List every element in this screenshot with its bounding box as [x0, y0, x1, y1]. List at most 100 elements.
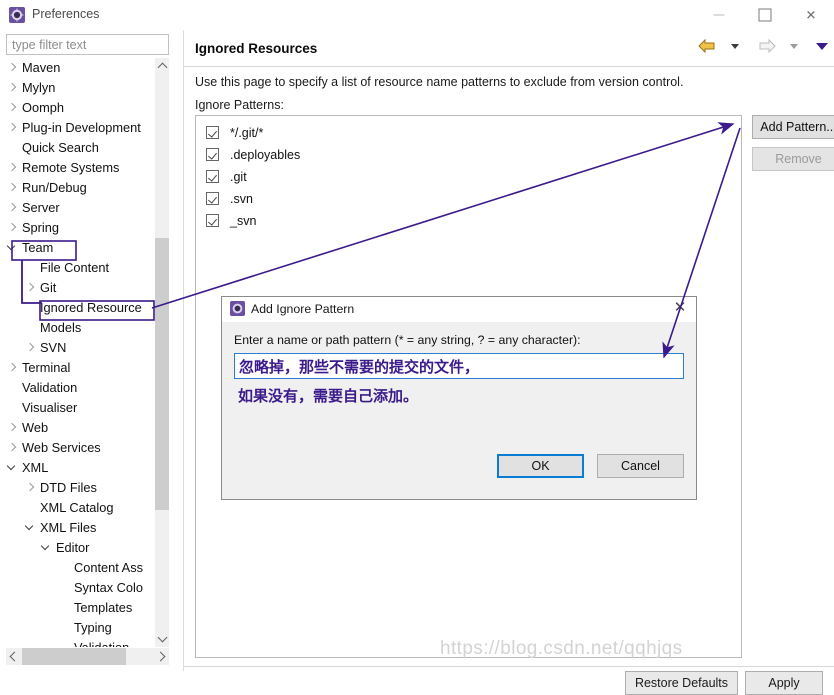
dialog-cancel-button[interactable]: Cancel — [597, 454, 684, 478]
sidebar-item-label: Plug-in Development — [22, 120, 141, 135]
chevron-right-icon[interactable] — [24, 338, 36, 358]
sidebar-item-content-ass[interactable]: Content Ass — [6, 558, 156, 578]
vertical-scroll-thumb[interactable] — [155, 238, 169, 510]
page-menu-chevron-down-icon[interactable] — [816, 42, 828, 50]
pattern-checkbox[interactable] — [206, 170, 219, 183]
back-dropdown-chevron-down-icon[interactable] — [730, 43, 739, 49]
add-pattern-button[interactable]: Add Pattern... — [752, 115, 834, 139]
close-button[interactable]: ✕ — [788, 0, 834, 30]
remove-button: Remove — [752, 147, 834, 171]
sidebar-item-remote-systems[interactable]: Remote Systems — [6, 158, 156, 178]
chevron-right-icon[interactable] — [6, 58, 18, 78]
sidebar-item-mylyn[interactable]: Mylyn — [6, 78, 156, 98]
scroll-right-button[interactable] — [153, 648, 169, 665]
back-arrow-icon[interactable] — [697, 38, 717, 54]
sidebar-item-typing[interactable]: Typing — [6, 618, 156, 638]
sidebar-item-label: File Content — [40, 260, 109, 275]
title-divider — [184, 66, 834, 67]
maximize-button[interactable] — [742, 0, 788, 30]
pattern-input[interactable]: 忽略掉，那些不需要的提交的文件， — [234, 353, 684, 379]
sidebar-item-dtd-files[interactable]: DTD Files — [6, 478, 156, 498]
sidebar-item-label: XML Files — [40, 520, 97, 535]
sidebar-item-server[interactable]: Server — [6, 198, 156, 218]
sidebar-item-xml-files[interactable]: XML Files — [6, 518, 156, 538]
preference-tree[interactable]: Maven Mylyn Oomph Plug-in Development Quick … — [6, 58, 169, 647]
sidebar-item-syntax-colo[interactable]: Syntax Colo — [6, 578, 156, 598]
chevron-right-icon[interactable] — [6, 98, 18, 118]
window-title: Preferences — [32, 7, 100, 21]
add-ignore-pattern-dialog: Add Ignore Pattern ✕ Enter a name or pat… — [221, 296, 697, 500]
minimize-button[interactable] — [696, 0, 742, 30]
sidebar-item-label: Validation — [22, 380, 78, 395]
chevron-right-icon[interactable] — [6, 218, 18, 238]
sidebar-item-models[interactable]: Models — [6, 318, 156, 338]
sidebar-item-oomph[interactable]: Oomph — [6, 98, 156, 118]
minimize-icon — [713, 14, 725, 16]
sidebar-item-terminal[interactable]: Terminal — [6, 358, 156, 378]
sidebar-item-label: Content Ass — [74, 560, 144, 575]
sidebar-item-git[interactable]: Git — [6, 278, 156, 298]
chevron-right-icon[interactable] — [6, 178, 18, 198]
sidebar-item-xml-catalog[interactable]: XML Catalog — [6, 498, 156, 518]
sidebar-item-validation[interactable]: Validation — [6, 638, 156, 647]
pattern-checkbox[interactable] — [206, 148, 219, 161]
chevron-down-icon[interactable] — [40, 538, 52, 558]
sidebar-item-quick-search[interactable]: Quick Search — [6, 138, 156, 158]
preferences-gear-icon — [230, 301, 245, 316]
sidebar-item-label: Remote Systems — [22, 160, 120, 175]
sidebar-item-editor[interactable]: Editor — [6, 538, 156, 558]
sidebar-item-file-content[interactable]: File Content — [6, 258, 156, 278]
sidebar-item-visualiser[interactable]: Visualiser — [6, 398, 156, 418]
sidebar-item-xml[interactable]: XML — [6, 458, 156, 478]
sidebar-item-spring[interactable]: Spring — [6, 218, 156, 238]
dialog-close-icon[interactable]: ✕ — [672, 300, 688, 316]
dialog-title: Add Ignore Pattern — [251, 302, 355, 316]
tree-vertical-scrollbar[interactable] — [155, 58, 169, 647]
close-icon: ✕ — [805, 7, 817, 23]
scroll-left-button[interactable] — [6, 648, 22, 665]
sidebar-item-label: Terminal — [22, 360, 71, 375]
footer-divider — [184, 666, 834, 667]
pattern-label: _svn — [230, 214, 257, 228]
sidebar-item-label: Visualiser — [22, 400, 78, 415]
chevron-down-icon[interactable] — [6, 238, 18, 258]
sidebar-item-label: XML Catalog — [40, 500, 114, 515]
pattern-checkbox[interactable] — [206, 126, 219, 139]
chevron-right-icon[interactable] — [6, 358, 18, 378]
chevron-right-icon[interactable] — [6, 158, 18, 178]
sidebar-item-web[interactable]: Web — [6, 418, 156, 438]
pattern-checkbox[interactable] — [206, 192, 219, 205]
horizontal-scroll-thumb[interactable] — [22, 648, 126, 665]
chevron-right-icon[interactable] — [6, 198, 18, 218]
scroll-down-button[interactable] — [155, 631, 169, 647]
pattern-checkbox[interactable] — [206, 214, 219, 227]
chevron-right-icon[interactable] — [24, 278, 36, 298]
chevron-right-icon[interactable] — [24, 478, 36, 498]
sidebar-item-svn[interactable]: SVN — [6, 338, 156, 358]
chevron-right-icon[interactable] — [6, 118, 18, 138]
sidebar-item-label: DTD Files — [40, 480, 97, 495]
sidebar-item-label: Web Services — [22, 440, 101, 455]
sidebar-item-templates[interactable]: Templates — [6, 598, 156, 618]
chevron-down-icon[interactable] — [6, 458, 18, 478]
sidebar-item-validation[interactable]: Validation — [6, 378, 156, 398]
sidebar-item-team[interactable]: Team — [6, 238, 156, 258]
pattern-label: */.git/* — [230, 126, 264, 140]
dialog-ok-button[interactable]: OK — [497, 454, 584, 478]
sidebar-item-ignored-resource[interactable]: Ignored Resource — [6, 298, 156, 318]
tree-horizontal-scrollbar[interactable] — [6, 648, 169, 665]
restore-defaults-button[interactable]: Restore Defaults — [625, 671, 738, 695]
filter-input[interactable]: type filter text — [6, 34, 169, 55]
chevron-right-icon[interactable] — [6, 438, 18, 458]
sidebar-item-run-debug[interactable]: Run/Debug — [6, 178, 156, 198]
sidebar-item-label: Validation — [74, 638, 129, 647]
chevron-right-icon[interactable] — [6, 418, 18, 438]
sidebar-item-web-services[interactable]: Web Services — [6, 438, 156, 458]
sidebar-item-maven[interactable]: Maven — [6, 58, 156, 78]
chevron-right-icon[interactable] — [6, 78, 18, 98]
scroll-up-button[interactable] — [155, 58, 169, 74]
apply-button[interactable]: Apply — [745, 671, 823, 695]
chevron-down-icon[interactable] — [24, 518, 36, 538]
sidebar-item-label: Editor — [56, 540, 90, 555]
sidebar-item-plug-in-development[interactable]: Plug-in Development — [6, 118, 156, 138]
